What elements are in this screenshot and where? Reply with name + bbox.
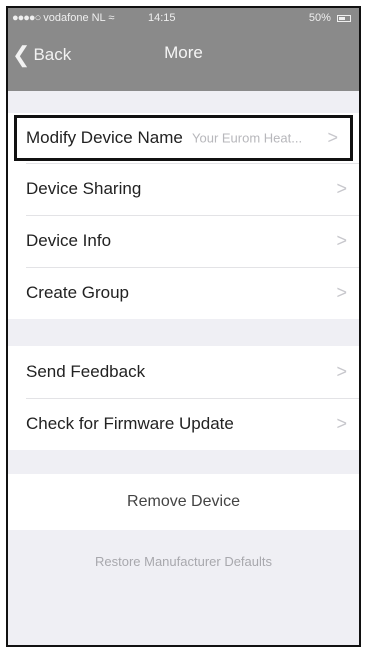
carrier-info: ●●●●○ vodafone NL ≈ — [12, 12, 114, 24]
firmware-update-label: Check for Firmware Update — [26, 414, 234, 433]
create-group-row[interactable]: Create Group > — [8, 267, 359, 319]
device-name-value: Your Eurom Heat... — [192, 130, 303, 146]
remove-device-section: Remove Device — [8, 474, 359, 530]
device-sharing-row[interactable]: Device Sharing > — [8, 163, 359, 215]
send-feedback-row[interactable]: Send Feedback > — [8, 346, 359, 398]
create-group-label: Create Group — [26, 283, 129, 302]
remove-device-button[interactable]: Remove Device — [8, 474, 359, 530]
battery-percent: 50% — [308, 12, 331, 24]
chevron-right-icon: > — [336, 413, 347, 434]
wifi-icon: ≈ — [108, 12, 115, 24]
chevron-right-icon: > — [336, 178, 347, 199]
device-sharing-label: Device Sharing — [26, 179, 142, 198]
battery-status: 50% — [309, 12, 351, 24]
battery-icon — [337, 14, 351, 22]
support-section: Send Feedback > Check for Firmware Updat… — [8, 346, 359, 450]
modify-device-name-row[interactable]: Modify Device Name Your Eurom Heat... > — [14, 115, 353, 161]
top-bar: ●●●●○ vodafone NL ≈ 14:15 50% ❮ Back Mor… — [8, 8, 359, 91]
status-time: 14:15 — [148, 12, 176, 24]
signal-icon: ●●●●○ — [12, 12, 41, 24]
modify-device-name-label: Modify Device Name — [26, 128, 183, 147]
send-feedback-label: Send Feedback — [26, 362, 146, 381]
chevron-right-icon: > — [336, 361, 347, 382]
carrier-name: vodafone NL — [43, 12, 106, 24]
page-title: More — [164, 43, 203, 62]
device-info-row[interactable]: Device Info > — [8, 215, 359, 267]
restore-defaults-link[interactable]: Restore Manufacturer Defaults — [8, 554, 359, 569]
chevron-right-icon: > — [336, 282, 347, 303]
chevron-right-icon: > — [336, 230, 347, 251]
chevron-right-icon: > — [327, 127, 338, 148]
status-bar: ●●●●○ vodafone NL ≈ 14:15 50% — [8, 8, 359, 30]
device-info-label: Device Info — [26, 231, 112, 250]
device-settings-section: Modify Device Name Your Eurom Heat... > … — [8, 113, 359, 319]
firmware-update-row[interactable]: Check for Firmware Update > — [8, 398, 359, 450]
phone-screen: ●●●●○ vodafone NL ≈ 14:15 50% ❮ Back Mor… — [6, 6, 361, 647]
